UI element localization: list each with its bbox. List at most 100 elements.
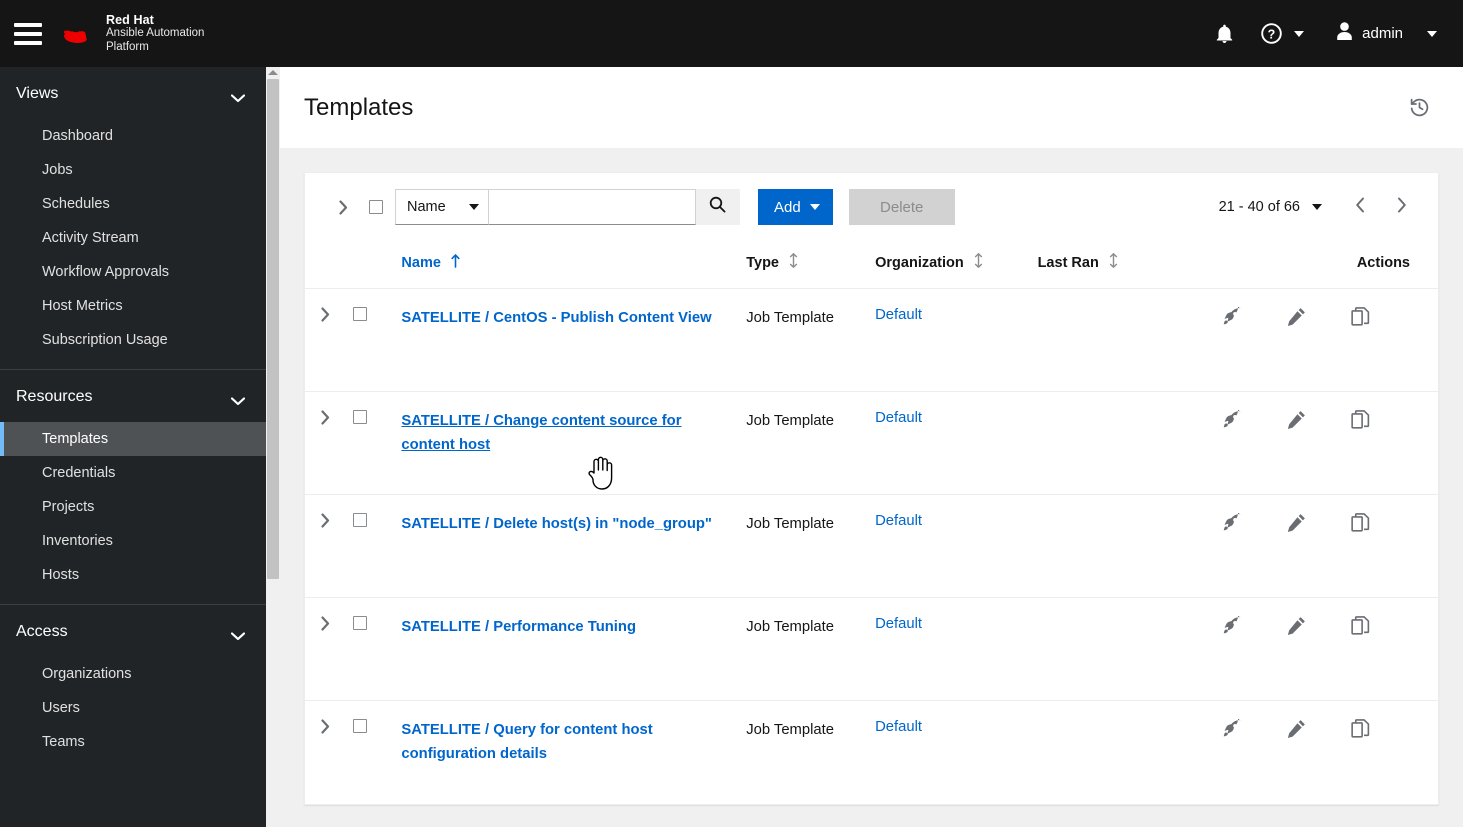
sidebar-section-header-resources[interactable]: Resources: [0, 372, 266, 422]
copy-template-button[interactable]: [1329, 410, 1393, 429]
pagination-options-toggle[interactable]: [1312, 204, 1322, 210]
brand-text: Red Hat Ansible Automation Platform: [106, 13, 204, 54]
sidebar-item-users[interactable]: Users: [0, 691, 266, 725]
search-button[interactable]: [696, 189, 740, 225]
table-row: SATELLITE / Delete host(s) in "node_grou…: [305, 494, 1438, 598]
template-name-link[interactable]: SATELLITE / Delete host(s) in "node_grou…: [401, 516, 712, 532]
sidebar-section-header-views[interactable]: Views: [0, 69, 266, 119]
help-button[interactable]: ?: [1247, 0, 1288, 67]
row-checkbox[interactable]: [353, 616, 368, 630]
history-icon[interactable]: [1403, 92, 1435, 124]
template-name-link[interactable]: SATELLITE / Performance Tuning: [401, 619, 636, 635]
sort-icon[interactable]: [789, 253, 798, 272]
user-dropdown-toggle[interactable]: [1413, 0, 1463, 67]
sidebar-item-activity-stream[interactable]: Activity Stream: [0, 221, 266, 255]
organization-link[interactable]: Default: [875, 719, 922, 735]
chevron-right-icon[interactable]: [321, 616, 353, 635]
sidebar-item-teams[interactable]: Teams: [0, 725, 266, 759]
sidebar-item-organizations[interactable]: Organizations: [0, 657, 266, 691]
sidebar-section-title: Resources: [16, 388, 93, 405]
sidebar-item-subscription-usage[interactable]: Subscription Usage: [0, 323, 266, 357]
sidebar-section-header-access[interactable]: Access: [0, 607, 266, 657]
scroll-up-arrow-icon[interactable]: [268, 70, 278, 75]
pagination-next-button[interactable]: [1384, 190, 1420, 224]
table-header-row: Name Type Organization Last Ran Actions: [305, 241, 1438, 289]
sidebar-item-projects[interactable]: Projects: [0, 490, 266, 524]
expand-all-toggle[interactable]: [329, 199, 357, 215]
sort-icon[interactable]: [1109, 253, 1118, 272]
hamburger-icon[interactable]: [14, 22, 42, 45]
organization-link[interactable]: Default: [875, 307, 922, 323]
chevron-right-icon[interactable]: [321, 307, 353, 326]
sidebar-item-credentials[interactable]: Credentials: [0, 456, 266, 490]
select-all-checkbox[interactable]: [369, 200, 383, 214]
th-organization[interactable]: Organization: [875, 241, 1038, 289]
row-expand-cell[interactable]: [305, 597, 354, 701]
row-actions-cell: [1195, 701, 1438, 804]
copy-template-button[interactable]: [1329, 513, 1393, 532]
sidebar-item-hosts[interactable]: Hosts: [0, 558, 266, 592]
chevron-down-icon: [809, 204, 820, 210]
scrollbar-thumb[interactable]: [267, 79, 279, 579]
edit-template-button[interactable]: [1265, 410, 1329, 429]
row-expand-cell[interactable]: [305, 701, 353, 804]
user-menu[interactable]: admin: [1318, 22, 1413, 45]
organization-link[interactable]: Default: [875, 616, 922, 632]
brand-logo[interactable]: Red Hat Ansible Automation Platform: [58, 13, 204, 54]
sidebar-item-dashboard[interactable]: Dashboard: [0, 119, 266, 153]
template-name-link[interactable]: SATELLITE / Query for content host confi…: [401, 722, 652, 762]
sidebar-item-jobs[interactable]: Jobs: [0, 153, 266, 187]
chevron-right-icon[interactable]: [321, 410, 353, 429]
search-input[interactable]: [489, 189, 696, 225]
row-checkbox[interactable]: [353, 513, 368, 527]
sort-icon[interactable]: [974, 253, 983, 272]
copy-template-button[interactable]: [1329, 307, 1393, 326]
filter-type-select[interactable]: Name: [395, 189, 489, 225]
table-row: SATELLITE / Change content source for co…: [305, 391, 1438, 495]
edit-template-button[interactable]: [1265, 719, 1329, 738]
add-button[interactable]: Add: [758, 189, 833, 225]
row-checkbox[interactable]: [353, 719, 368, 733]
row-type-cell: Job Template: [746, 722, 834, 738]
row-expand-cell[interactable]: [305, 288, 354, 392]
launch-template-button[interactable]: [1201, 513, 1265, 532]
th-name-label[interactable]: Name: [401, 255, 441, 271]
page-header-actions: [1403, 92, 1435, 124]
template-name-link[interactable]: SATELLITE / CentOS - Publish Content Vie…: [401, 310, 711, 326]
sort-ascending-icon[interactable]: [451, 253, 460, 272]
template-name-link[interactable]: SATELLITE / Change content source for co…: [401, 413, 681, 453]
organization-link[interactable]: Default: [875, 410, 922, 426]
organization-link[interactable]: Default: [875, 513, 922, 529]
launch-template-button[interactable]: [1201, 719, 1265, 738]
row-checkbox[interactable]: [353, 307, 368, 321]
row-expand-cell[interactable]: [305, 494, 354, 598]
launch-template-button[interactable]: [1201, 410, 1265, 429]
sidebar-item-workflow-approvals[interactable]: Workflow Approvals: [0, 255, 266, 289]
th-type[interactable]: Type: [746, 241, 876, 289]
notifications-button[interactable]: [1202, 0, 1247, 67]
delete-button[interactable]: Delete: [848, 189, 955, 225]
sidebar-item-schedules[interactable]: Schedules: [0, 187, 266, 221]
launch-template-button[interactable]: [1201, 616, 1265, 635]
sidebar-item-inventories[interactable]: Inventories: [0, 524, 266, 558]
launch-template-button[interactable]: [1201, 307, 1265, 326]
row-expand-cell[interactable]: [305, 391, 354, 495]
edit-template-button[interactable]: [1265, 616, 1329, 635]
pagination-previous-button[interactable]: [1342, 190, 1378, 224]
edit-template-button[interactable]: [1265, 307, 1329, 326]
row-select-cell: [353, 701, 401, 804]
sidebar-item-host-metrics[interactable]: Host Metrics: [0, 289, 266, 323]
chevron-right-icon[interactable]: [321, 719, 353, 738]
help-dropdown-toggle[interactable]: [1288, 0, 1318, 67]
th-last-ran[interactable]: Last Ran: [1037, 241, 1195, 289]
copy-template-button[interactable]: [1329, 616, 1393, 635]
chevron-right-icon[interactable]: [321, 513, 353, 532]
sidebar-item-templates[interactable]: Templates: [0, 422, 266, 456]
copy-template-button[interactable]: [1329, 719, 1393, 738]
page-header: Templates: [280, 67, 1463, 148]
edit-template-button[interactable]: [1265, 513, 1329, 532]
th-name[interactable]: Name: [401, 241, 747, 289]
pagination: 21 - 40 of 66: [1219, 190, 1420, 224]
sidebar-scrollbar[interactable]: [266, 67, 280, 827]
row-checkbox[interactable]: [353, 410, 368, 424]
